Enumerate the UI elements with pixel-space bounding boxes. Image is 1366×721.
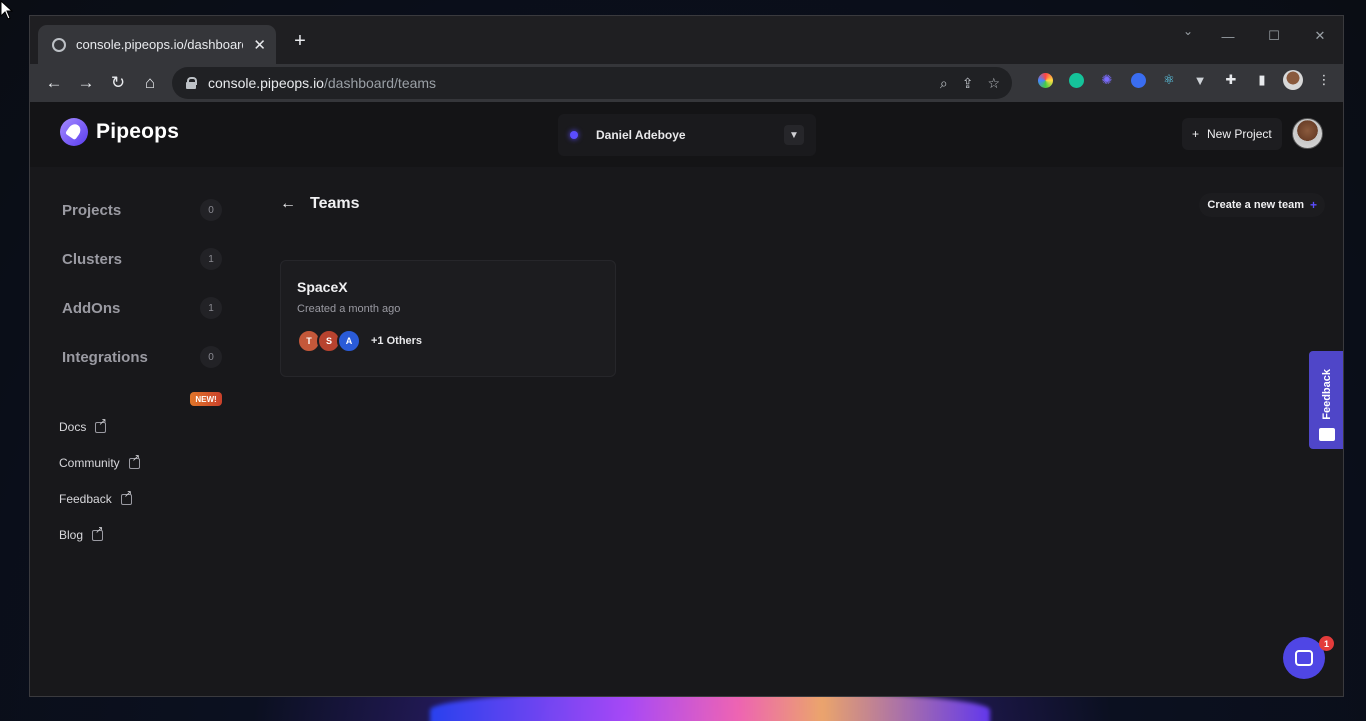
forward-icon[interactable]: → xyxy=(70,67,102,99)
member-avatar: A xyxy=(337,329,361,353)
maximize-icon[interactable]: ☐ xyxy=(1251,22,1297,50)
react-devtools-icon[interactable]: ⚛ xyxy=(1158,69,1180,91)
zoom-icon[interactable]: ⌕ xyxy=(940,75,948,92)
feedback-link-label: Feedback xyxy=(59,492,112,506)
vue-devtools-icon[interactable]: ▼ xyxy=(1189,69,1211,91)
page-title: Teams xyxy=(310,195,360,212)
blog-link[interactable]: Blog xyxy=(59,525,103,543)
external-link-icon xyxy=(120,489,132,505)
team-name: SpaceX xyxy=(297,279,348,295)
sidebar-item-integrations[interactable]: Integrations 0 xyxy=(62,344,222,370)
feedback-tab-label: Feedback xyxy=(1320,369,1333,420)
tab-bar: console.pipeops.io/dashboard/te ✕ + ⌄ — … xyxy=(30,16,1343,64)
sidebar-item-label: Clusters xyxy=(62,250,123,268)
browser-tab[interactable]: console.pipeops.io/dashboard/te ✕ xyxy=(38,25,276,64)
blog-link-label: Blog xyxy=(59,528,84,542)
plus-icon: + xyxy=(1309,198,1317,212)
sidebar-item-count: 1 xyxy=(200,297,222,319)
tab-search-icon[interactable]: ⌄ xyxy=(1183,24,1193,38)
lock-icon[interactable] xyxy=(186,77,197,89)
unread-badge: 1 xyxy=(1319,636,1334,651)
browser-window: console.pipeops.io/dashboard/te ✕ + ⌄ — … xyxy=(29,15,1344,697)
extensions-puzzle-icon[interactable]: ✚ xyxy=(1220,69,1242,91)
back-arrow-icon[interactable]: ← xyxy=(280,195,296,213)
sidebar-item-label: AddOns xyxy=(62,299,121,317)
grammarly-icon[interactable] xyxy=(1065,69,1087,91)
sidebar-item-count: 0 xyxy=(200,346,222,368)
close-window-icon[interactable]: ✕ xyxy=(1297,22,1343,50)
side-panel-icon[interactable]: ▮ xyxy=(1251,69,1273,91)
chat-face-icon xyxy=(1318,428,1335,441)
chevron-down-icon[interactable]: ▼ xyxy=(784,125,804,145)
new-project-label: New Project xyxy=(1207,127,1272,141)
reload-icon[interactable]: ↻ xyxy=(102,67,134,99)
new-project-button[interactable]: + New Project xyxy=(1182,118,1282,150)
page-header: ← Teams xyxy=(280,195,360,213)
docs-link[interactable]: Docs xyxy=(59,417,107,435)
mouse-cursor-icon xyxy=(0,0,14,20)
extension-gear-icon[interactable]: ✺ xyxy=(1096,69,1118,91)
user-avatar[interactable] xyxy=(1292,118,1323,149)
team-members: T S A +1 Others xyxy=(297,329,599,353)
extensions-area: ✺ ⚛ ▼ ✚ ▮ ⋮ xyxy=(1034,69,1335,91)
docs-link-label: Docs xyxy=(59,420,87,434)
feedback-link[interactable]: Feedback xyxy=(59,489,132,507)
rocket-logo-icon xyxy=(60,118,88,146)
sidebar-item-clusters[interactable]: Clusters 1 xyxy=(62,246,222,272)
sidebar-item-addons[interactable]: AddOns 1 xyxy=(62,295,222,321)
create-team-label: Create a new team xyxy=(1207,199,1304,211)
brand-name: Pipeops xyxy=(96,120,180,143)
url-host: console.pipeops.io xyxy=(208,75,324,91)
external-link-icon xyxy=(95,417,107,433)
sidebar-item-count: 1 xyxy=(200,248,222,270)
close-tab-icon[interactable]: ✕ xyxy=(253,36,266,54)
community-link-label: Community xyxy=(59,456,120,470)
back-icon[interactable]: ← xyxy=(38,67,70,99)
account-switcher[interactable]: Daniel Adeboye ▼ xyxy=(558,114,816,156)
bookmark-star-icon[interactable]: ☆ xyxy=(987,75,1000,92)
create-team-button[interactable]: Create a new team + xyxy=(1199,193,1325,217)
chat-icon xyxy=(1295,650,1313,666)
url-path: /dashboard/teams xyxy=(323,75,437,91)
team-created: Created a month ago xyxy=(297,303,401,315)
sidebar-item-label: Integrations xyxy=(62,348,148,366)
share-icon[interactable]: ⇪ xyxy=(962,75,974,92)
others-count: +1 Others xyxy=(371,335,423,347)
browser-menu-icon[interactable]: ⋮ xyxy=(1313,69,1335,91)
feedback-widget-tab[interactable]: Feedback xyxy=(1309,351,1343,449)
window-controls: — ☐ ✕ xyxy=(1205,22,1343,50)
profile-avatar-icon[interactable] xyxy=(1282,69,1304,91)
external-link-icon xyxy=(128,453,140,469)
team-card[interactable]: SpaceX Created a month ago T S A +1 Othe… xyxy=(280,260,616,377)
extension-circle-icon[interactable] xyxy=(1127,69,1149,91)
tab-title: console.pipeops.io/dashboard/te xyxy=(76,37,243,52)
plus-icon: + xyxy=(1192,127,1200,141)
address-bar[interactable]: console.pipeops.io/dashboard/teams ⌕ ⇪ ☆ xyxy=(172,67,1012,99)
minimize-icon[interactable]: — xyxy=(1205,22,1251,50)
sidebar-item-count: 0 xyxy=(200,199,222,221)
home-icon[interactable]: ⌂ xyxy=(134,67,166,99)
sidebar-item-label: Projects xyxy=(62,201,122,219)
globe-icon xyxy=(52,37,66,52)
community-link[interactable]: Community xyxy=(59,453,140,471)
new-badge: NEW! xyxy=(190,392,222,406)
app-header: Pipeops Daniel Adeboye ▼ + New Project xyxy=(30,102,1343,167)
browser-toolbar: ← → ↻ ⌂ console.pipeops.io/dashboard/tea… xyxy=(30,64,1343,102)
new-tab-button[interactable]: + xyxy=(290,30,310,53)
sidebar: Projects 0 Clusters 1 AddOns 1 Integrati… xyxy=(30,167,240,696)
pipeops-logo[interactable]: Pipeops xyxy=(60,118,179,146)
extension-color-icon[interactable] xyxy=(1034,69,1056,91)
account-name: Daniel Adeboye xyxy=(596,128,686,142)
sidebar-item-projects[interactable]: Projects 0 xyxy=(62,197,222,223)
pipeops-app: Pipeops Daniel Adeboye ▼ + New Project P… xyxy=(30,102,1343,696)
external-link-icon xyxy=(92,525,103,541)
main-content: ← Teams Create a new team + SpaceX Creat… xyxy=(280,167,1343,696)
account-indicator-icon xyxy=(570,131,578,139)
